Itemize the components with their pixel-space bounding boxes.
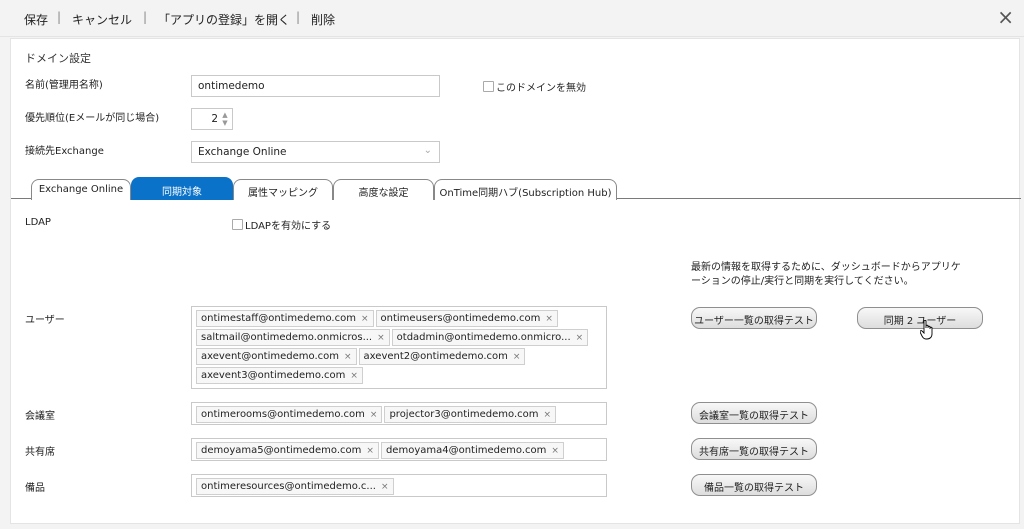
ldap-label: LDAP (25, 217, 51, 228)
x-icon[interactable]: × (513, 352, 521, 362)
x-icon[interactable]: × (377, 333, 385, 343)
tab-attribute-mapping[interactable]: 属性マッピング (233, 179, 333, 200)
users-fetch-test-button[interactable]: ユーザー一覧の取得テスト (691, 307, 817, 329)
hand-pointer-icon (920, 320, 933, 340)
tag-label: axevent2@ontimedemo.com (363, 351, 508, 362)
x-icon[interactable]: × (344, 352, 352, 362)
tab-bar: Exchange Online 同期対象 属性マッピング 高度な設定 OnTim… (11, 177, 1021, 200)
x-icon[interactable]: × (366, 446, 374, 456)
name-input[interactable]: ontimedemo (191, 75, 440, 97)
tag-chip: ontimeusers@ontimedemo.com × (375, 310, 558, 327)
tag-chip: ontimeresources@ontimedemo.c... × (196, 478, 394, 495)
tag-chip: ontimestaff@ontimedemo.com × (196, 310, 374, 327)
tag-chip: axevent@ontimedemo.com × (196, 348, 357, 365)
save-button[interactable]: 保存 (24, 11, 48, 28)
equipment-label: 備品 (25, 483, 45, 494)
x-icon[interactable]: × (544, 410, 552, 420)
exchange-selected-value: Exchange Online (198, 146, 287, 158)
tag-label: axevent@ontimedemo.com (201, 351, 339, 362)
x-icon[interactable]: × (361, 314, 369, 324)
spinner-arrows-icon[interactable]: ▲ ▼ (221, 111, 229, 127)
x-icon[interactable]: × (350, 371, 358, 381)
rooms-tag-input[interactable]: ontimerooms@ontimedemo.com × projector3@on… (191, 402, 607, 425)
exchange-select[interactable]: Exchange Online ⌄ (191, 141, 440, 163)
x-icon[interactable]: × (576, 333, 584, 343)
desks-fetch-test-button[interactable]: 共有席一覧の取得テスト (691, 438, 817, 460)
chevron-down-icon: ⌄ (423, 145, 432, 156)
disable-domain-checkbox[interactable]: このドメインを無効 (483, 79, 586, 94)
x-icon[interactable]: × (545, 314, 553, 324)
priority-label: 優先順位(Eメールが同じ場合) (25, 113, 160, 124)
exchange-label: 接続先Exchange (25, 146, 104, 157)
tag-label: otdadmin@ontimedemo.onmicro... (396, 332, 571, 343)
section-title: ドメイン設定 (25, 52, 91, 65)
x-icon[interactable]: × (551, 446, 559, 456)
tag-label: demoyama5@ontimedemo.com (201, 445, 362, 456)
equipment-fetch-test-button[interactable]: 備品一覧の取得テスト (691, 474, 817, 496)
toolbar-separator: | (143, 10, 148, 24)
tab-subscription-hub[interactable]: OnTime同期ハブ(Subscription Hub) (434, 179, 617, 200)
rooms-fetch-test-button[interactable]: 会議室一覧の取得テスト (691, 402, 817, 424)
rooms-label: 会議室 (25, 411, 55, 422)
domain-settings-panel: ドメイン設定 名前(管理用名称) ontimedemo このドメインを無効 優先… (10, 38, 1021, 524)
x-icon[interactable]: × (370, 410, 378, 420)
tag-label: ontimerooms@ontimedemo.com (201, 409, 365, 420)
tag-chip: axevent3@ontimedemo.com × (196, 367, 363, 384)
toolbar: 保存 | キャンセル | 「アプリの登録」を開く | 削除 × (0, 0, 1024, 37)
ldap-enable-label: LDAPを有効にする (245, 221, 332, 232)
delete-button[interactable]: 削除 (311, 11, 335, 28)
tag-label: demoyama4@ontimedemo.com (385, 445, 547, 456)
users-label: ユーザー (25, 315, 65, 326)
checkbox-box[interactable] (232, 219, 243, 230)
desks-tag-input[interactable]: demoyama5@ontimedemo.com × demoyama4@ontim… (191, 438, 607, 461)
tag-label: ontimeresources@ontimedemo.c... (201, 481, 376, 492)
open-app-registration-button[interactable]: 「アプリの登録」を開く (158, 11, 290, 28)
priority-value: 2 (211, 113, 218, 125)
tab-advanced-settings[interactable]: 高度な設定 (333, 179, 434, 200)
name-label: 名前(管理用名称) (25, 80, 103, 91)
tag-chip: saltmail@ontimedemo.onmicros... × (196, 329, 390, 346)
tag-chip: projector3@ontimedemo.com × (384, 406, 557, 423)
toolbar-separator: | (296, 10, 301, 24)
tag-chip: demoyama4@ontimedemo.com × (380, 442, 564, 459)
checkbox-box[interactable] (483, 81, 494, 92)
tag-chip: otdadmin@ontimedemo.onmicro... × (391, 329, 589, 346)
cancel-button[interactable]: キャンセル (72, 11, 132, 28)
close-icon[interactable]: × (997, 5, 1014, 29)
ldap-enable-checkbox[interactable]: LDAPを有効にする (232, 217, 331, 232)
tag-chip: axevent2@ontimedemo.com × (358, 348, 526, 365)
tag-label: saltmail@ontimedemo.onmicros... (201, 332, 373, 343)
users-tag-input[interactable]: ontimestaff@ontimedemo.com × ontimeusers@o… (191, 306, 607, 389)
x-icon[interactable]: × (381, 482, 389, 492)
priority-stepper[interactable]: 2 ▲ ▼ (191, 108, 233, 130)
toolbar-separator: | (57, 10, 62, 24)
tag-label: projector3@ontimedemo.com (389, 409, 539, 420)
tag-chip: demoyama5@ontimedemo.com × (196, 442, 379, 459)
info-note: 最新の情報を取得するために、ダッシュボードからアプリケーションの停止/実行と同期… (691, 262, 961, 287)
tag-label: ontimestaff@ontimedemo.com (201, 313, 356, 324)
equipment-tag-input[interactable]: ontimeresources@ontimedemo.c... × (191, 474, 607, 497)
tag-chip: ontimerooms@ontimedemo.com × (196, 406, 383, 423)
desks-label: 共有席 (25, 447, 55, 458)
tab-sync-target[interactable]: 同期対象 (131, 177, 233, 200)
tag-label: ontimeusers@ontimedemo.com (380, 313, 541, 324)
tab-exchange-online[interactable]: Exchange Online (31, 179, 131, 200)
tag-label: axevent3@ontimedemo.com (201, 370, 346, 381)
disable-domain-label: このドメインを無効 (496, 83, 586, 94)
